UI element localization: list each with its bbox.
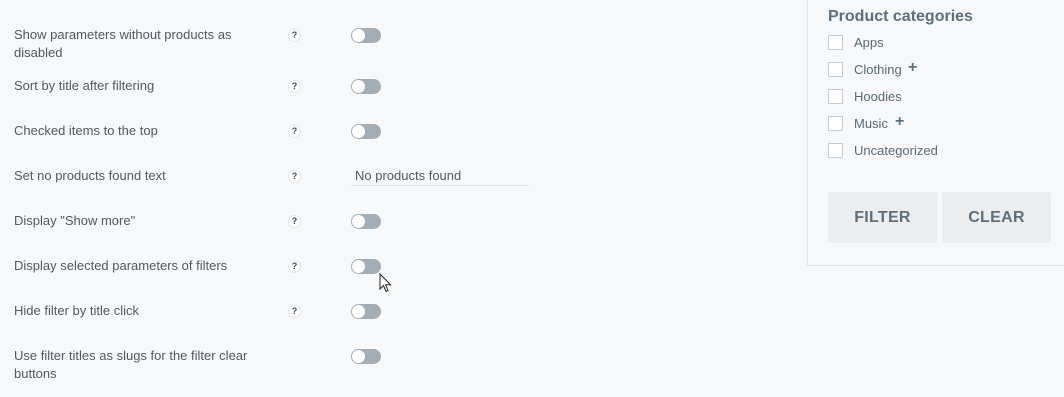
category-label[interactable]: Clothing: [854, 62, 902, 78]
filter-preview-panel: Product categories Apps Clothing + Hoodi…: [807, 0, 1064, 266]
question-icon[interactable]: ?: [288, 215, 301, 228]
toggle-selected-params[interactable]: [351, 259, 381, 274]
category-checkbox[interactable]: [828, 62, 843, 77]
no-products-text-input[interactable]: [351, 166, 529, 186]
question-icon[interactable]: ?: [288, 125, 301, 138]
toggle-hide-by-title[interactable]: [351, 304, 381, 319]
toggle-sort-by-title[interactable]: [351, 79, 381, 94]
category-label[interactable]: Music: [854, 116, 888, 132]
plus-icon[interactable]: +: [895, 114, 904, 130]
clear-button[interactable]: CLEAR: [942, 192, 1051, 243]
question-icon[interactable]: ?: [288, 260, 301, 273]
filter-settings-panel: Show parameters without products as disa…: [0, 0, 800, 397]
question-icon[interactable]: ?: [288, 170, 301, 183]
filter-button[interactable]: FILTER: [828, 192, 937, 243]
category-checkbox[interactable]: [828, 116, 843, 131]
toggle-show-more[interactable]: [351, 214, 381, 229]
filter-title[interactable]: Product categories: [828, 8, 973, 26]
setting-label: Checked items to the top: [14, 123, 158, 138]
category-label[interactable]: Hoodies: [854, 89, 902, 105]
category-label[interactable]: Uncategorized: [854, 143, 938, 159]
question-icon[interactable]: ?: [288, 305, 301, 318]
toggle-checked-top[interactable]: [351, 124, 381, 139]
setting-label: Display selected parameters of filters: [14, 258, 228, 273]
setting-label: Set no products found text: [14, 168, 166, 183]
category-checkbox[interactable]: [828, 89, 843, 104]
question-icon[interactable]: ?: [288, 29, 301, 42]
category-checkbox[interactable]: [828, 143, 843, 158]
setting-label: Show parameters without products as disa…: [14, 27, 232, 60]
category-label[interactable]: Apps: [854, 35, 884, 51]
mouse-cursor-icon: [379, 273, 392, 293]
toggle-show-disabled[interactable]: [351, 28, 381, 43]
category-checkbox[interactable]: [828, 35, 843, 50]
setting-label: Use filter titles as slugs for the filte…: [14, 348, 248, 381]
setting-label: Sort by title after filtering: [14, 78, 155, 93]
setting-label: Display "Show more": [14, 213, 136, 228]
plus-icon[interactable]: +: [908, 60, 917, 76]
setting-label: Hide filter by title click: [14, 303, 139, 318]
question-icon[interactable]: ?: [288, 80, 301, 93]
toggle-titles-as-slugs[interactable]: [351, 349, 381, 364]
